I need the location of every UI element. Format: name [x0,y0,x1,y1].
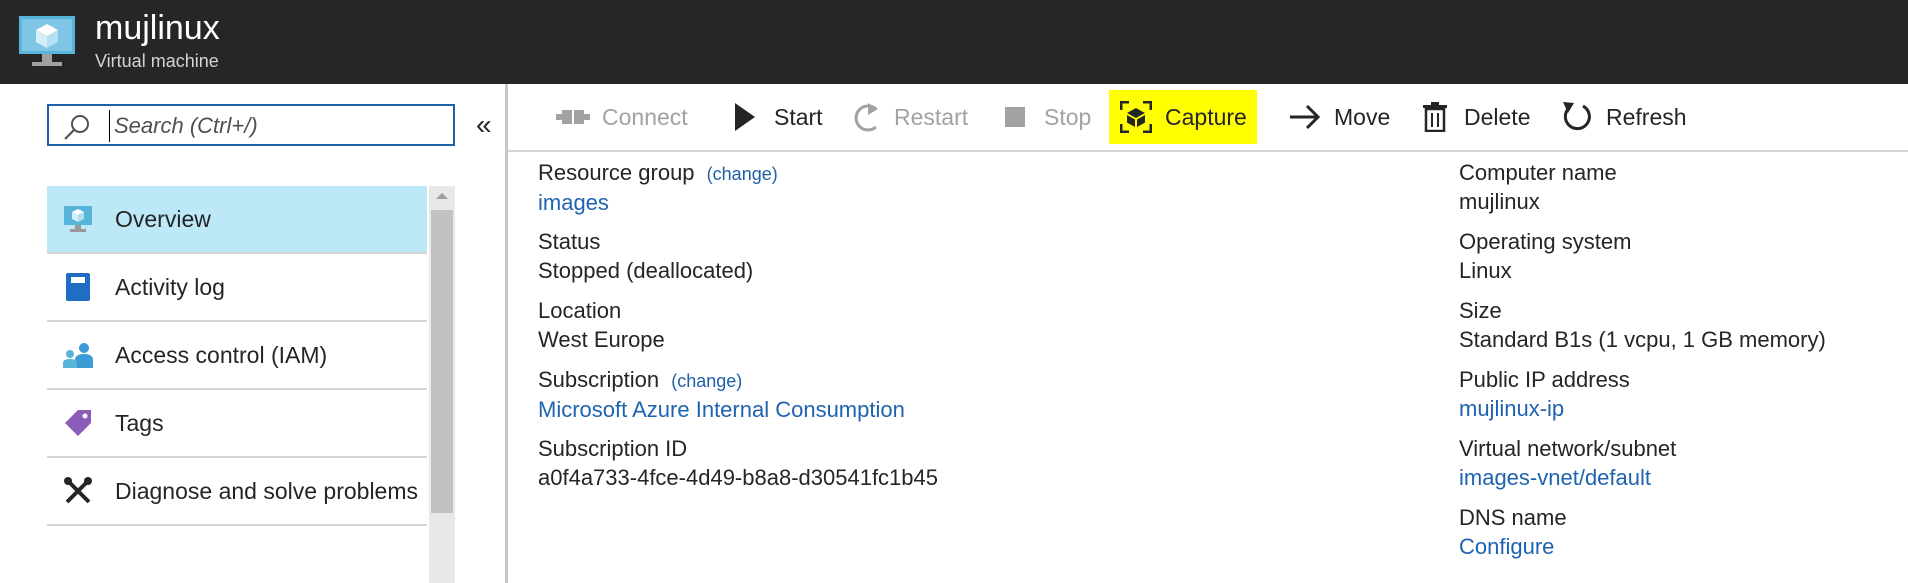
resource-group-link[interactable]: images [538,189,938,217]
prop-label: Size [1459,298,1502,323]
search-input[interactable] [109,110,446,142]
restart-button[interactable]: Restart [838,90,978,144]
prop-status: Status Stopped (deallocated) [538,227,938,296]
sidebar-item-access-control[interactable]: Access control (IAM) [47,322,427,390]
start-label: Start [774,103,823,130]
sidebar-item-diagnose[interactable]: Diagnose and solve problems [47,458,427,526]
prop-label: Subscription [538,367,660,392]
delete-label: Delete [1464,103,1531,130]
change-resource-group-link[interactable]: (change) [707,164,778,184]
subscription-id-value: a0f4a733-4fce-4d49-b8a8-d30541fc1b45 [538,465,938,490]
prop-label: Operating system [1459,229,1632,254]
refresh-label: Refresh [1606,103,1687,130]
search-box [47,104,455,146]
refresh-button[interactable]: Refresh [1550,90,1697,144]
prop-label: Subscription ID [538,436,688,461]
prop-operating-system: Operating system Linux [1459,227,1826,296]
os-value: Linux [1459,258,1512,283]
trash-icon [1418,100,1452,134]
scrollbar-thumb[interactable] [431,210,453,513]
prop-label: Resource group [538,160,695,185]
sidebar-scrollbar[interactable] [429,186,455,583]
prop-dns-name: DNS name Configure [1459,503,1826,572]
capture-button[interactable]: Capture [1109,90,1257,144]
stop-icon [998,100,1032,134]
wrench-icon [61,474,95,508]
plug-icon [556,100,590,134]
essentials-left-column: Resource group (change) images Status St… [538,158,938,503]
tag-icon [61,406,95,440]
arrow-right-icon [1288,100,1322,134]
move-button[interactable]: Move [1278,90,1400,144]
location-value: West Europe [538,327,665,352]
prop-label: Public IP address [1459,367,1630,392]
prop-label: Status [538,229,601,254]
stop-label: Stop [1044,103,1092,130]
prop-size: Size Standard B1s (1 vcpu, 1 GB memory) [1459,296,1826,365]
restart-icon [848,100,882,134]
page-title: mujlinux [95,9,220,47]
public-ip-link[interactable]: mujlinux-ip [1459,395,1826,423]
scroll-up-arrow-icon[interactable] [429,186,455,206]
status-value: Stopped (deallocated) [538,258,754,283]
sidebar-item-overview[interactable]: Overview [47,186,427,254]
prop-subscription: Subscription (change) Microsoft Azure In… [538,365,938,434]
sidebar-item-tags[interactable]: Tags [47,390,427,458]
prop-public-ip: Public IP address mujlinux-ip [1459,365,1826,434]
capture-icon [1119,100,1153,134]
connect-label: Connect [602,103,688,130]
page-subtitle: Virtual machine [95,51,219,71]
prop-computer-name: Computer name mujlinux [1459,158,1826,227]
page-header: mujlinux Virtual machine [0,0,1908,84]
sidebar-item-label: Diagnose and solve problems [115,477,419,504]
change-subscription-link[interactable]: (change) [671,371,742,391]
move-label: Move [1334,103,1391,130]
configure-dns-link[interactable]: Configure [1459,533,1826,561]
sidebar-nav: Overview Activity log Access control (IA… [47,186,427,526]
prop-label: Location [538,298,622,323]
prop-resource-group: Resource group (change) images [538,158,938,227]
book-icon [61,270,95,304]
capture-label: Capture [1165,103,1247,130]
stop-button[interactable]: Stop [988,90,1101,144]
size-value: Standard B1s (1 vcpu, 1 GB memory) [1459,327,1826,352]
sidebar-item-label: Overview [115,205,211,232]
start-button[interactable]: Start [718,90,833,144]
subscription-link[interactable]: Microsoft Azure Internal Consumption [538,396,938,424]
sidebar-item-label: Access control (IAM) [115,341,328,368]
prop-label: DNS name [1459,505,1567,530]
panel-divider [505,84,508,583]
connect-button[interactable]: Connect [546,90,698,144]
prop-location: Location West Europe [538,296,938,365]
prop-label: Computer name [1459,160,1617,185]
collapse-sidebar-button[interactable]: « [476,110,498,140]
essentials-right-column: Computer name mujlinux Operating system … [1459,158,1826,572]
search-icon [64,115,89,140]
command-toolbar: Connect Start Restart Stop Capture Move … [508,84,1908,152]
monitor-icon [61,202,95,236]
users-icon [61,338,95,372]
refresh-icon [1560,100,1594,134]
sidebar: « Overview Activi [0,84,505,583]
vnet-link[interactable]: images-vnet/default [1459,464,1826,492]
virtual-machine-icon [18,12,76,70]
sidebar-item-label: Activity log [115,273,225,300]
prop-subscription-id: Subscription ID a0f4a733-4fce-4d49-b8a8-… [538,434,938,503]
delete-button[interactable]: Delete [1408,90,1540,144]
sidebar-item-activity-log[interactable]: Activity log [47,254,427,322]
computer-name-value: mujlinux [1459,189,1540,214]
play-icon [728,100,762,134]
prop-vnet: Virtual network/subnet images-vnet/defau… [1459,434,1826,503]
prop-label: Virtual network/subnet [1459,436,1677,461]
restart-label: Restart [894,103,969,130]
sidebar-item-label: Tags [115,409,164,436]
